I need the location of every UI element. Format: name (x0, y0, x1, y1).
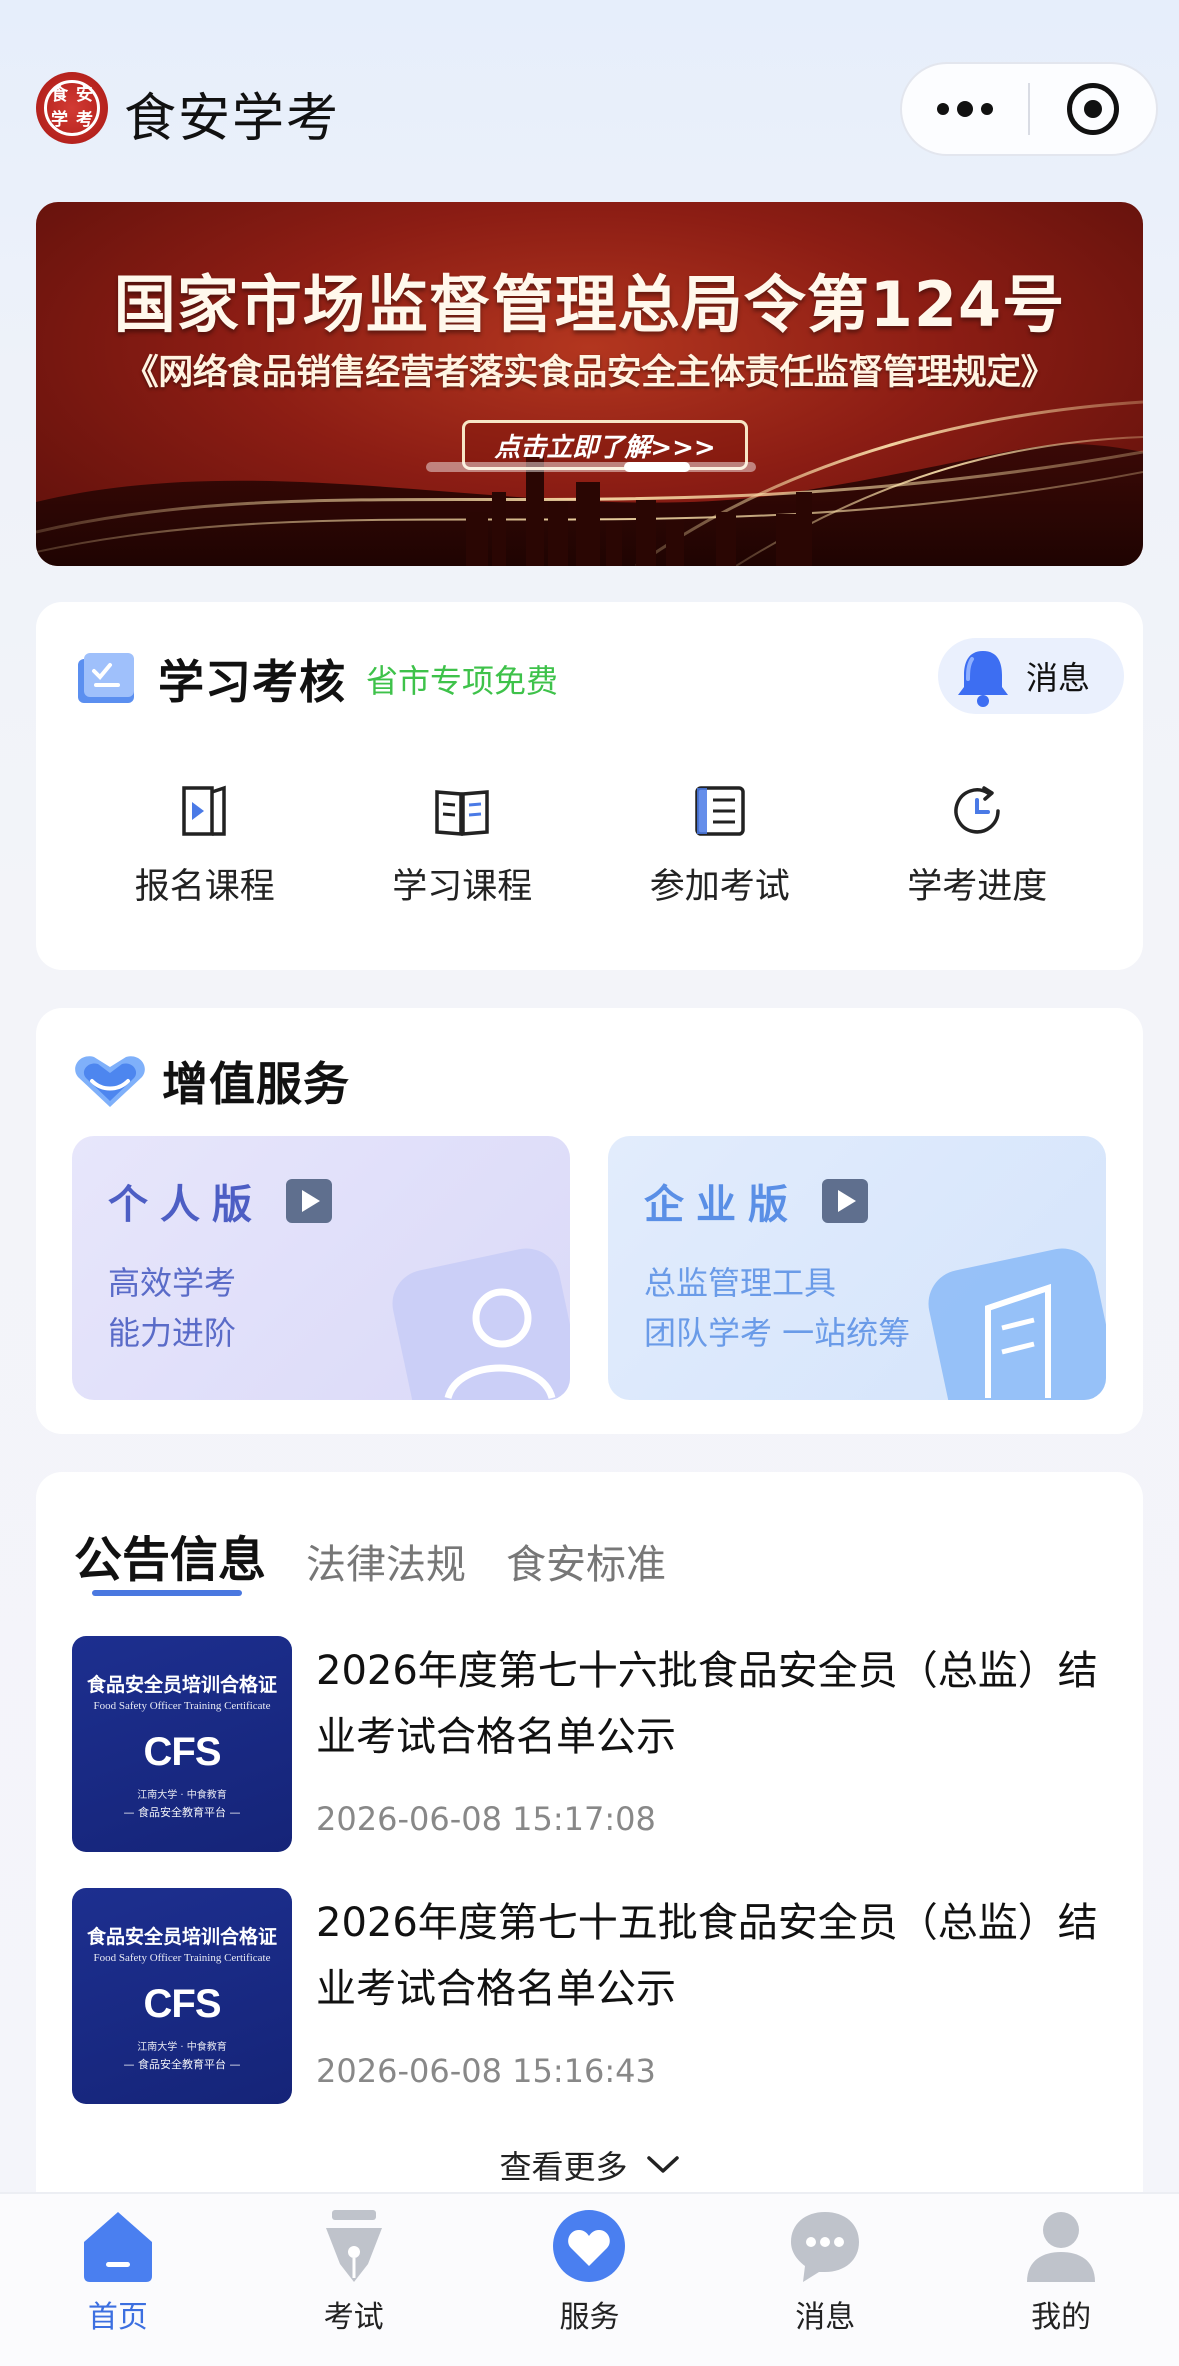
free-badge: 省市专项免费 (366, 662, 559, 700)
certificate-thumbnail: 食品安全员培训合格证 Food Safety Officer Training … (72, 1636, 292, 1852)
tab-label: 考试 (323, 2300, 384, 2335)
logo-char: 食 (51, 85, 68, 105)
grid-label: 报名课程 (134, 867, 275, 907)
cert-title: 食品安全员培训合格证 (86, 1674, 277, 1696)
cert-org: 江南大学 · 中食教育 (137, 2042, 227, 2053)
news-title: 2026年度第七十六批食品安全员（总监）结业考试合格名单公示 (316, 1648, 1098, 1760)
mini-program-capsule (900, 62, 1158, 156)
heart-service-icon (553, 2210, 626, 2282)
grid-label: 学考进度 (907, 867, 1048, 907)
pen-icon (325, 2210, 382, 2282)
open-book-icon (435, 790, 489, 836)
tab-label: 消息 (795, 2300, 856, 2335)
cfs-logo: CFS (143, 1730, 222, 1774)
view-more-label: 查看更多 (499, 2148, 628, 2186)
value-added-section-title: 增值服务 (162, 1057, 350, 1111)
cert-org: 江南大学 · 中食教育 (137, 1790, 227, 1801)
study-course-button[interactable]: 学习课程 (334, 782, 592, 932)
news-date: 2026-06-08 15:17:08 (316, 1800, 656, 1838)
more-dots-icon (937, 101, 993, 117)
exam-paper-icon (695, 786, 745, 836)
grid-label: 学习课程 (392, 867, 533, 907)
banner-indicator-active (624, 462, 690, 472)
close-miniprogram-button[interactable] (1030, 64, 1156, 154)
app-logo: 食 安 学 考 (36, 72, 108, 144)
logo-char: 安 (76, 85, 93, 105)
logo-char: 考 (76, 110, 93, 130)
banner-subtitle: 《网络食品销售经营者落实食品安全主体责任监督管理规定》 (123, 353, 1056, 393)
tab-messages[interactable]: 消息 (707, 2194, 943, 2366)
cert-title: 食品安全员培训合格证 (86, 1926, 277, 1948)
cert-footer: — 食品安全教育平台 — (123, 1806, 241, 1819)
tab-exam[interactable]: 考试 (236, 2194, 472, 2366)
news-tabs: 公告信息 法律法规 食安标准 (74, 1520, 666, 1590)
cert-subtitle: Food Safety Officer Training Certificate (93, 1952, 271, 1964)
study-shortcut-grid: 报名课程 学习课程 参加考试 学考进度 (76, 782, 1106, 932)
value-added-services-card: 增值服务 个人版 高效学考 能力进阶 企业版 总监管理工具 团队学考 一站统筹 (36, 1008, 1143, 1434)
certificate-thumbnail: 食品安全员培训合格证 Food Safety Officer Training … (72, 1888, 292, 2104)
announcement-card: 公告信息 法律法规 食安标准 食品安全员培训合格证 Food Safety Of… (36, 1472, 1143, 2232)
building-card-icon (928, 1248, 1106, 1400)
tab-label: 我的 (1031, 2300, 1092, 2335)
message-button[interactable]: 消息 (938, 638, 1124, 714)
play-icon (286, 1179, 332, 1223)
enroll-course-button[interactable]: 报名课程 (76, 782, 334, 932)
enterprise-edition-card[interactable]: 企业版 总监管理工具 团队学考 一站统筹 (608, 1136, 1106, 1400)
bottom-tab-bar: 首页 考试 服务 消息 我的 (0, 2192, 1179, 2366)
list-item[interactable]: 食品安全员培训合格证 Food Safety Officer Training … (72, 1636, 1112, 1856)
person-card-icon (392, 1248, 570, 1400)
study-progress-button[interactable]: 学考进度 (849, 782, 1107, 932)
banner-title: 国家市场监督管理总局令第124号 (113, 268, 1066, 341)
progress-clock-icon (954, 786, 1000, 834)
home-icon (83, 2212, 152, 2282)
personal-line-1: 高效学考 (108, 1264, 237, 1302)
enterprise-edition-title: 企业版 (644, 1182, 800, 1228)
cfs-logo: CFS (143, 1982, 222, 2026)
play-icon (822, 1179, 868, 1223)
more-button[interactable] (902, 64, 1028, 154)
video-book-icon (182, 785, 226, 836)
active-tab-underline (92, 1590, 242, 1596)
tab-standards[interactable]: 食安标准 (506, 1532, 666, 1590)
take-exam-button[interactable]: 参加考试 (591, 782, 849, 932)
user-icon (1027, 2212, 1096, 2282)
tab-label: 服务 (559, 2300, 620, 2335)
study-book-icon (78, 653, 134, 703)
message-label: 消息 (1026, 659, 1091, 697)
view-more-button[interactable]: 查看更多 (36, 2142, 1143, 2188)
news-title: 2026年度第七十五批食品安全员（总监）结业考试合格名单公示 (316, 1900, 1098, 2012)
news-date: 2026-06-08 15:16:43 (316, 2052, 656, 2090)
tab-service[interactable]: 服务 (472, 2194, 708, 2366)
cert-footer: — 食品安全教育平台 — (123, 2058, 241, 2071)
tab-announcements[interactable]: 公告信息 (74, 1520, 266, 1590)
banner-indicator-track (426, 462, 756, 472)
logo-char: 学 (51, 110, 68, 130)
tab-laws[interactable]: 法律法规 (306, 1532, 466, 1590)
bell-icon (958, 651, 1008, 707)
tab-label: 首页 (87, 2300, 148, 2335)
study-assessment-card: 学习考核 省市专项免费 消息 报名课程 学习课程 参加考试 学考进度 (36, 602, 1143, 970)
study-section-title: 学习考核 (158, 655, 346, 709)
personal-edition-card[interactable]: 个人版 高效学考 能力进阶 (72, 1136, 570, 1400)
enterprise-line-1: 总监管理工具 (644, 1264, 837, 1302)
heart-diamond-icon (75, 1056, 145, 1107)
target-close-icon (1066, 83, 1119, 135)
chat-bubble-icon (791, 2212, 860, 2282)
cert-subtitle: Food Safety Officer Training Certificate (93, 1700, 271, 1712)
promo-banner[interactable]: 国家市场监督管理总局令第124号 《网络食品销售经营者落实食品安全主体责任监督管… (36, 202, 1143, 566)
personal-edition-title: 个人版 (108, 1182, 264, 1228)
enterprise-line-2: 团队学考 一站统筹 (644, 1314, 911, 1352)
chevron-down-icon (646, 2156, 679, 2173)
tab-home[interactable]: 首页 (0, 2194, 236, 2366)
grid-label: 参加考试 (649, 867, 790, 907)
list-item[interactable]: 食品安全员培训合格证 Food Safety Officer Training … (72, 1888, 1112, 2108)
tab-profile[interactable]: 我的 (943, 2194, 1179, 2366)
app-title: 食安学考 (124, 89, 341, 149)
personal-line-2: 能力进阶 (108, 1314, 237, 1352)
